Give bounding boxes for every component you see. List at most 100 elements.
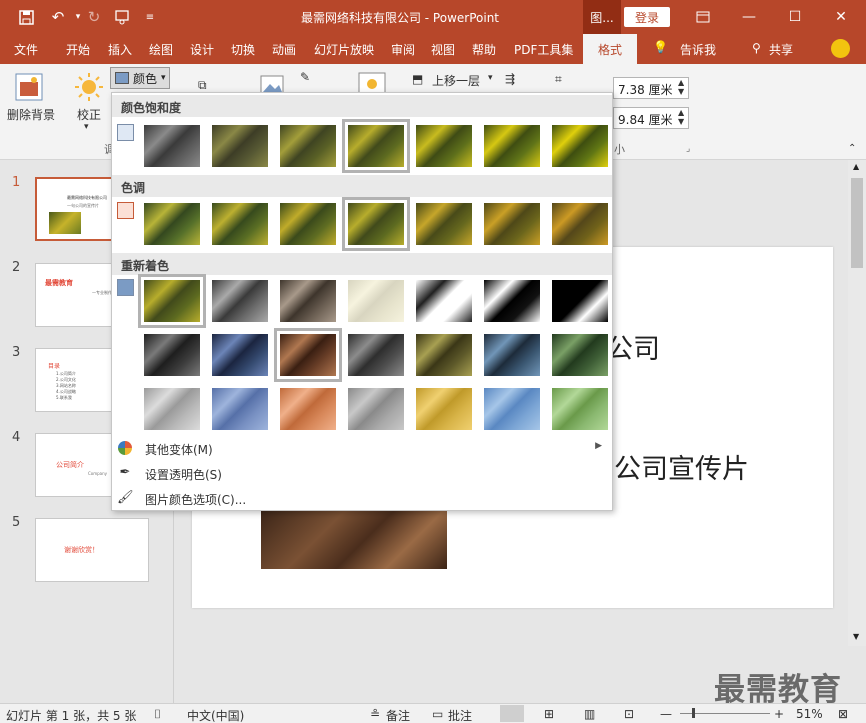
recolor-a-swatch[interactable]: [138, 274, 206, 328]
recolor-c-swatch[interactable]: [549, 385, 611, 433]
language-status[interactable]: 中文(中国): [187, 707, 244, 723]
tab-slideshow[interactable]: 幻灯片放映: [314, 41, 374, 58]
saturation-swatch[interactable]: [413, 122, 475, 170]
align-icon[interactable]: ⇶: [505, 72, 515, 86]
tab-pdf-tools[interactable]: PDF工具集: [514, 41, 573, 58]
share-button[interactable]: 共享: [769, 41, 793, 58]
slideshow-from-start-icon[interactable]: [108, 0, 136, 34]
tab-insert[interactable]: 插入: [108, 41, 132, 58]
more-variations-menu-item[interactable]: 其他变体(M) ▶: [112, 436, 612, 460]
recolor-c-swatch[interactable]: [481, 385, 543, 433]
recolor-c-swatch[interactable]: [413, 385, 475, 433]
fit-to-window-icon[interactable]: ⊠: [838, 707, 848, 721]
picture-effects-icon[interactable]: ✎: [300, 70, 310, 84]
zoom-slider-thumb[interactable]: [692, 708, 695, 718]
recolor-a-swatch[interactable]: [413, 277, 475, 325]
recolor-a-swatch[interactable]: [277, 277, 339, 325]
redo-icon[interactable]: ↻: [80, 0, 108, 34]
recolor-c-swatch[interactable]: [141, 385, 203, 433]
selected-picture[interactable]: [261, 508, 447, 569]
customize-toolbar-icon[interactable]: ≡: [136, 0, 164, 34]
remove-background-icon[interactable]: [14, 72, 44, 105]
saturation-swatch[interactable]: [342, 119, 410, 173]
tone-swatch[interactable]: [481, 200, 543, 248]
scroll-up-icon[interactable]: ▲: [853, 162, 859, 171]
tone-swatch[interactable]: [141, 200, 203, 248]
tone-swatch[interactable]: [209, 200, 271, 248]
tab-draw[interactable]: 绘图: [149, 41, 173, 58]
tab-review[interactable]: 审阅: [391, 41, 415, 58]
save-icon[interactable]: [12, 0, 40, 34]
slide-thumbnail-5[interactable]: 谢谢欣赏！: [35, 518, 149, 582]
color-options-menu-item[interactable]: 🖌 图片颜色选项(C)...: [112, 486, 612, 510]
width-spinner-icon[interactable]: ▲ ▼: [678, 108, 684, 126]
tab-file[interactable]: 文件: [14, 41, 38, 58]
slide-sorter-icon[interactable]: ⊞: [544, 707, 554, 721]
comments-button[interactable]: 批注: [448, 707, 472, 723]
minimize-icon[interactable]: —: [726, 0, 772, 34]
scrollbar-thumb[interactable]: [851, 178, 863, 268]
recolor-b-swatch[interactable]: [345, 331, 407, 379]
slide-subtitle-text[interactable]: 公司宣传片: [614, 447, 749, 486]
recolor-b-swatch[interactable]: [481, 331, 543, 379]
tab-transitions[interactable]: 切换: [231, 41, 255, 58]
size-dialog-launcher-icon[interactable]: ⌟: [686, 144, 690, 154]
zoom-out-icon[interactable]: —: [660, 707, 672, 721]
saturation-swatch[interactable]: [277, 122, 339, 170]
recolor-c-swatch[interactable]: [277, 385, 339, 433]
set-transparent-menu-item[interactable]: ✒ 设置透明色(S): [112, 461, 612, 485]
color-button[interactable]: 颜色 ▾: [110, 67, 170, 89]
close-icon[interactable]: ✕: [818, 0, 864, 34]
tab-format[interactable]: 格式: [583, 34, 637, 64]
correct-icon[interactable]: [74, 72, 104, 105]
bring-forward-button[interactable]: 上移一层: [432, 72, 480, 89]
recolor-b-swatch[interactable]: [141, 331, 203, 379]
tone-swatch[interactable]: [413, 200, 475, 248]
recolor-b-swatch[interactable]: [274, 328, 342, 382]
maximize-icon[interactable]: ☐: [772, 0, 818, 34]
compress-icon[interactable]: ⧉: [198, 78, 207, 93]
saturation-swatch[interactable]: [549, 122, 611, 170]
slideshow-view-icon[interactable]: ⊡: [624, 707, 634, 721]
saturation-swatch[interactable]: [209, 122, 271, 170]
tone-swatch[interactable]: [277, 200, 339, 248]
reading-view-icon[interactable]: ▥: [584, 707, 595, 721]
tab-home[interactable]: 开始: [66, 41, 90, 58]
spellcheck-icon[interactable]: ⌷: [154, 707, 161, 722]
bring-forward-icon[interactable]: ⬒: [412, 72, 423, 86]
collapse-ribbon-icon[interactable]: ⌃: [848, 143, 856, 154]
recolor-b-swatch[interactable]: [413, 331, 475, 379]
recolor-a-swatch[interactable]: [481, 277, 543, 325]
recolor-a-swatch[interactable]: [549, 277, 611, 325]
correct-dropdown-icon[interactable]: ▾: [84, 122, 89, 132]
recolor-a-swatch[interactable]: [209, 277, 271, 325]
normal-view-icon[interactable]: [500, 705, 524, 722]
recolor-b-swatch[interactable]: [549, 331, 611, 379]
bring-forward-dropdown-icon[interactable]: ▾: [488, 73, 493, 83]
tone-swatch[interactable]: [342, 197, 410, 251]
tell-me-button[interactable]: 告诉我: [680, 41, 716, 58]
tab-view[interactable]: 视图: [431, 41, 455, 58]
recolor-c-swatch[interactable]: [345, 385, 407, 433]
tone-swatch[interactable]: [549, 200, 611, 248]
zoom-in-icon[interactable]: +: [774, 707, 784, 721]
ribbon-display-icon[interactable]: [680, 0, 726, 34]
tab-help[interactable]: 帮助: [472, 41, 496, 58]
tab-design[interactable]: 设计: [190, 41, 214, 58]
height-spinner-icon[interactable]: ▲ ▼: [678, 78, 684, 96]
recolor-b-swatch[interactable]: [209, 331, 271, 379]
tab-animations[interactable]: 动画: [272, 41, 296, 58]
vertical-scrollbar[interactable]: ▲ ▼: [848, 160, 866, 646]
scroll-down-icon[interactable]: ▼: [853, 632, 859, 641]
saturation-swatch[interactable]: [141, 122, 203, 170]
recolor-a-swatch[interactable]: [345, 277, 407, 325]
login-button[interactable]: 登录: [624, 7, 670, 27]
crop-icon[interactable]: ⌗: [555, 72, 562, 87]
recolor-c-swatch[interactable]: [209, 385, 271, 433]
feedback-smiley-icon[interactable]: [831, 39, 850, 58]
picture-tools-tab[interactable]: 图...: [583, 0, 621, 34]
zoom-level[interactable]: 51%: [796, 707, 823, 721]
saturation-swatch[interactable]: [481, 122, 543, 170]
slide-title-text[interactable]: 公司: [606, 327, 660, 366]
notes-button[interactable]: 备注: [386, 707, 410, 723]
